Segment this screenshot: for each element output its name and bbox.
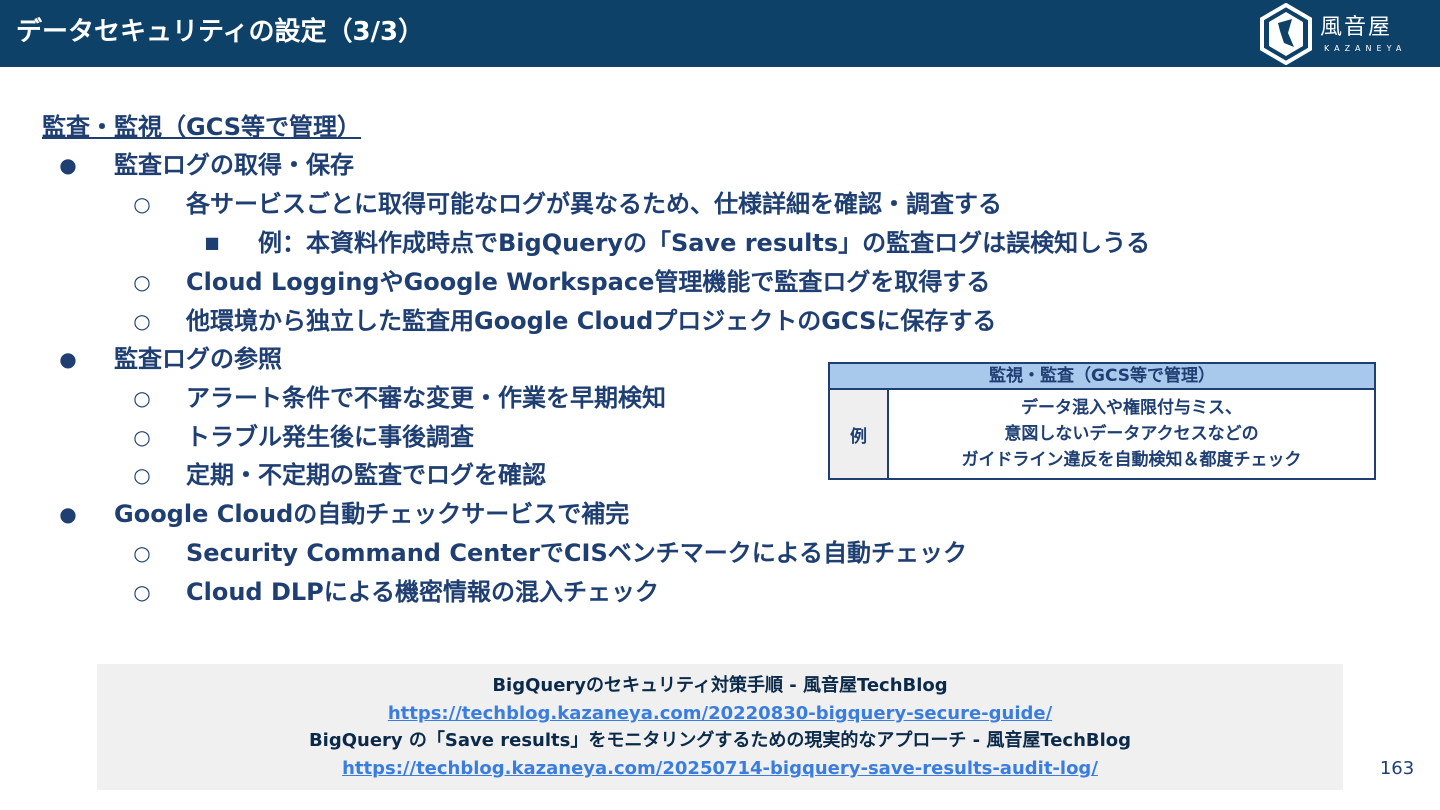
table-cell-line: 意図しないデータアクセスなどの: [1004, 424, 1259, 444]
slide-title: データセキュリティの設定（3/3）: [16, 17, 425, 47]
bullet-icon: ●: [59, 153, 77, 177]
circle-bullet-icon: ○: [133, 309, 151, 333]
circle-bullet-icon: ○: [133, 425, 151, 449]
bullet-icon: ●: [59, 502, 77, 526]
reference-box: BigQueryのセキュリティ対策手順 - 風音屋TechBlog https:…: [97, 664, 1343, 790]
table-header: 監視・監査（GCS等で管理）: [830, 364, 1374, 390]
reference-title: BigQueryのセキュリティ対策手順 - 風音屋TechBlog: [492, 675, 948, 696]
circle-bullet-icon: ○: [133, 463, 151, 487]
circle-bullet-icon: ○: [133, 541, 151, 565]
circle-bullet-icon: ○: [133, 192, 151, 216]
square-bullet-icon: ■: [204, 233, 220, 252]
section-heading: 監査・監視（GCS等で管理）: [42, 113, 362, 141]
reference-link[interactable]: https://techblog.kazaneya.com/20220830-b…: [388, 703, 1052, 724]
list-item-text: トラブル発生後に事後調査: [186, 423, 474, 451]
circle-bullet-icon: ○: [133, 386, 151, 410]
list-item-text: 監査ログの取得・保存: [114, 151, 354, 179]
table-cell-line: ガイドライン違反を自動検知＆都度チェック: [961, 450, 1302, 470]
table-row-label: 例: [830, 390, 889, 478]
list-item-text: 監査ログの参照: [114, 345, 282, 373]
list-item-text: 例：本資料作成時点でBigQueryの「Save results」の監査ログは誤…: [258, 229, 1151, 257]
list-item-text: 他環境から独立した監査用Google CloudプロジェクトのGCSに保存する: [186, 307, 997, 335]
list-item-text: 定期・不定期の監査でログを確認: [186, 461, 546, 489]
reference-title: BigQuery の「Save results」をモニタリングするための現実的な…: [308, 730, 1132, 751]
kazaneya-logo: 風音屋 KAZANEYA: [1258, 3, 1408, 65]
table-cell-line: データ混入や権限付与ミス、: [1021, 398, 1242, 418]
page-number: 163: [1379, 758, 1415, 779]
list-item-text: アラート条件で不審な変更・作業を早期検知: [186, 384, 666, 412]
circle-bullet-icon: ○: [133, 580, 151, 604]
logo-name: 風音屋: [1320, 15, 1393, 40]
list-item-text: Cloud DLPによる機密情報の混入チェック: [186, 578, 660, 606]
list-item-text: Google Cloudの自動チェックサービスで補完: [114, 500, 630, 528]
monitoring-table: 監視・監査（GCS等で管理） 例 データ混入や権限付与ミス、 意図しないデータア…: [828, 362, 1376, 480]
list-item-text: 各サービスごとに取得可能なログが異なるため、仕様詳細を確認・調査する: [186, 190, 1002, 218]
circle-bullet-icon: ○: [133, 270, 151, 294]
kazaneya-logo-icon: [1260, 3, 1312, 65]
table-cell: データ混入や権限付与ミス、 意図しないデータアクセスなどの ガイドライン違反を自…: [889, 390, 1374, 478]
list-item-text: Cloud LoggingやGoogle Workspace管理機能で監査ログを…: [186, 268, 991, 296]
list-item-text: Security Command CenterでCISベンチマークによる自動チェ…: [186, 539, 968, 567]
logo-subtitle: KAZANEYA: [1324, 44, 1407, 53]
table-row: 例 データ混入や権限付与ミス、 意図しないデータアクセスなどの ガイドライン違反…: [830, 390, 1374, 478]
title-bar: データセキュリティの設定（3/3） 風音屋 KAZANEYA: [0, 0, 1440, 67]
reference-link[interactable]: https://techblog.kazaneya.com/20250714-b…: [342, 758, 1098, 779]
bullet-icon: ●: [59, 347, 77, 371]
